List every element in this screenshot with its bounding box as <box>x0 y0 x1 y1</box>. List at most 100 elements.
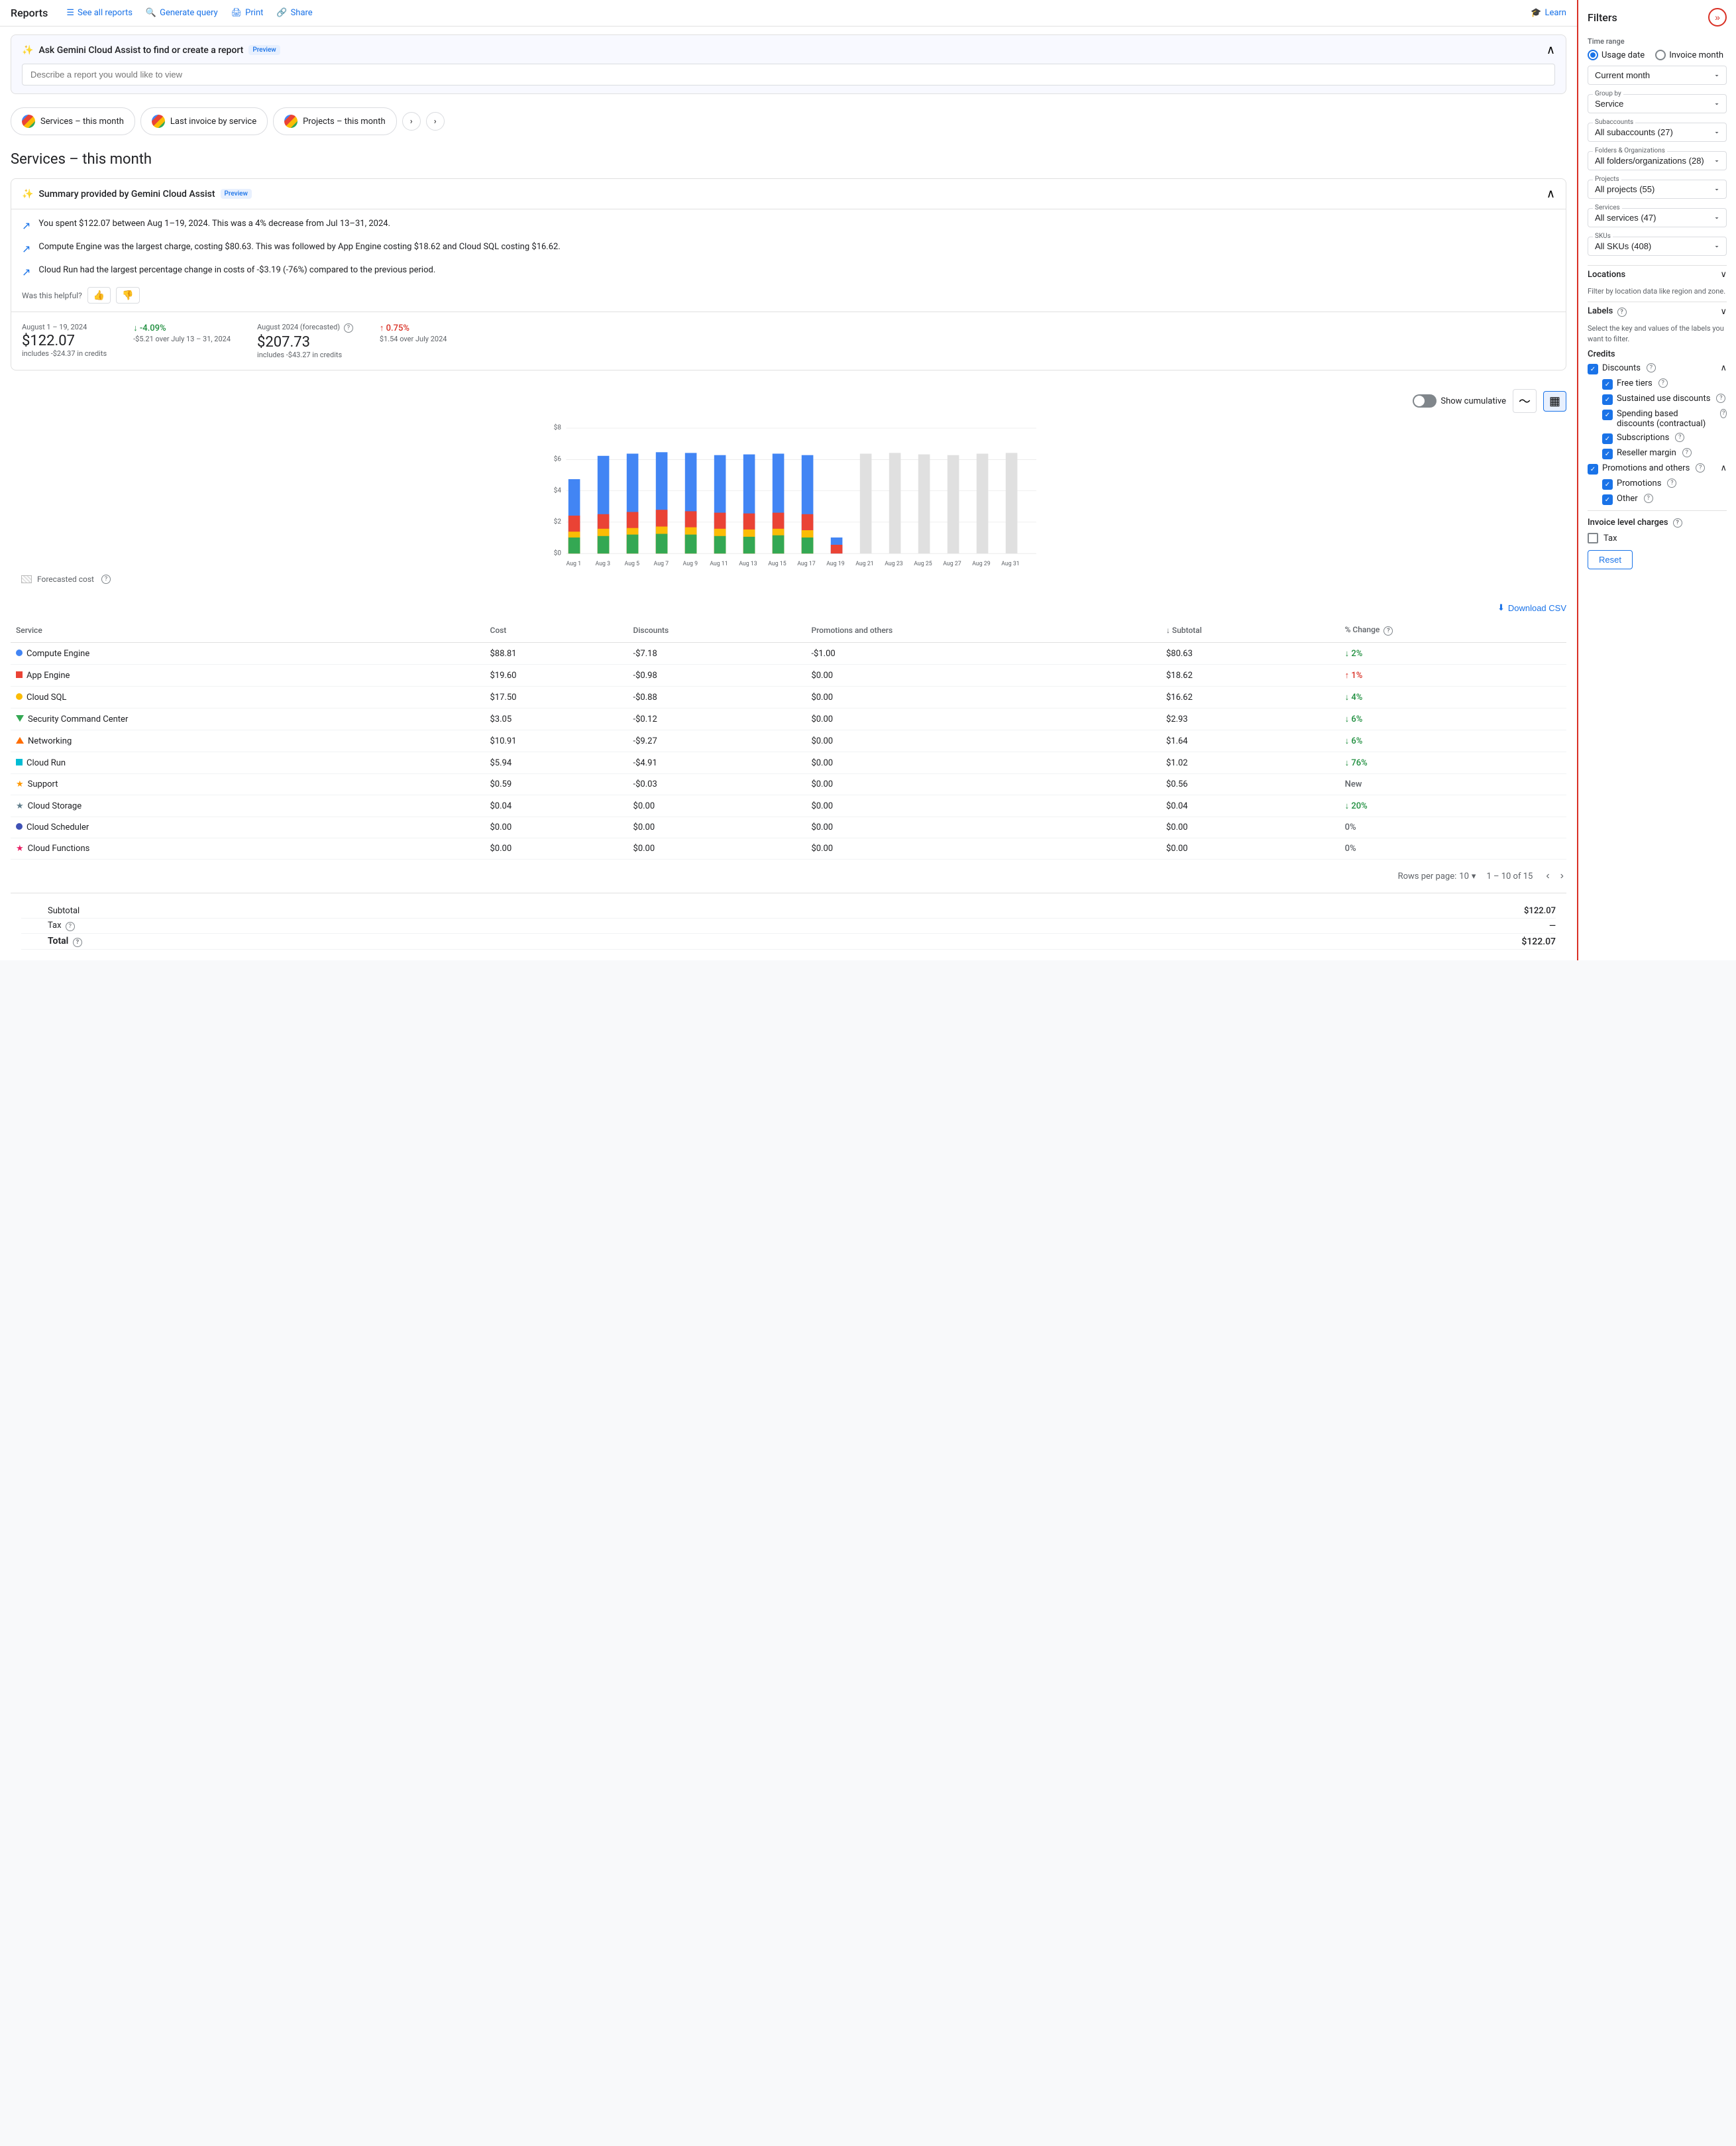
subtotal-label: Subtotal <box>21 904 789 919</box>
subtotal-cell: $0.00 <box>1161 817 1340 838</box>
promos-others-checkbox[interactable]: Promotions and others ? ∧ <box>1588 463 1727 475</box>
filters-title: Filters <box>1588 11 1617 24</box>
sidebar-collapse-btn[interactable]: » <box>1708 8 1727 27</box>
discounts-children: Free tiers ? Sustained use discounts ? S… <box>1602 378 1727 459</box>
rows-per-page[interactable]: Rows per page: 10 ▾ <box>1398 872 1476 881</box>
reset-btn[interactable]: Reset <box>1588 550 1633 569</box>
line-chart-btn[interactable]: 〜 <box>1513 389 1537 413</box>
invoice-charges-title: Invoice level charges ? <box>1588 518 1727 528</box>
total-help-icon[interactable]: ? <box>73 938 82 947</box>
labels-chevron-down-icon: ∨ <box>1720 307 1727 317</box>
bar-chart-btn[interactable]: ▦ <box>1543 391 1566 412</box>
discounts-cell: -$0.98 <box>628 665 806 687</box>
reseller-checkbox[interactable]: Reseller margin ? <box>1602 448 1727 459</box>
time-range-select[interactable]: Current month <box>1588 66 1727 85</box>
change-cell: ↓ 2% <box>1340 643 1566 665</box>
trend-icon-3: ↗ <box>22 264 30 280</box>
svg-text:Aug 27: Aug 27 <box>943 561 961 567</box>
tab-prev-arrow[interactable]: › <box>426 112 445 131</box>
change-cell: New <box>1340 774 1566 795</box>
discounts-help-icon[interactable]: ? <box>1647 363 1656 372</box>
tax-help-icon[interactable]: ? <box>66 922 75 931</box>
subscriptions-checkbox[interactable]: Subscriptions ? <box>1602 433 1727 444</box>
promotions-help-icon[interactable]: ? <box>1667 479 1676 488</box>
download-csv-btn[interactable]: ⬇ Download CSV <box>1497 602 1566 613</box>
sustained-help-icon[interactable]: ? <box>1716 394 1725 403</box>
tax-checkbox[interactable] <box>1588 533 1598 543</box>
share-link[interactable]: 🔗 Share <box>276 8 312 18</box>
next-page-btn[interactable]: › <box>1558 868 1566 885</box>
stat-block-2: August 2024 (forecasted) ? $207.73 inclu… <box>257 323 353 359</box>
search-icon: 🔍 <box>146 8 156 18</box>
toggle-switch[interactable] <box>1413 394 1437 408</box>
invoice-month-radio[interactable]: Invoice month <box>1655 50 1723 60</box>
invoice-month-circle <box>1655 50 1666 60</box>
forecast-box <box>21 575 32 583</box>
table-row: ★Cloud Functions $0.00 $0.00 $0.00 $0.00… <box>11 838 1566 860</box>
see-all-link[interactable]: ☰ See all reports <box>66 8 133 18</box>
reseller-check <box>1602 449 1613 459</box>
tax-value: — <box>789 919 1556 934</box>
svg-text:Aug 1: Aug 1 <box>567 561 582 567</box>
free-tiers-checkbox[interactable]: Free tiers ? <box>1602 378 1727 390</box>
tax-invoice-row[interactable]: Tax <box>1588 533 1727 543</box>
pagination: Rows per page: 10 ▾ 1 – 10 of 15 ‹ › <box>11 860 1566 893</box>
change-help-icon[interactable]: ? <box>1383 626 1393 636</box>
usage-date-radio[interactable]: Usage date <box>1588 50 1645 60</box>
promos-chevron-icon[interactable]: ∧ <box>1720 463 1727 473</box>
time-range-filter: Time range Usage date Invoice month Curr… <box>1588 37 1727 85</box>
gemini-input[interactable] <box>22 64 1555 85</box>
cumulative-toggle[interactable]: Show cumulative <box>1413 394 1506 408</box>
summary-collapse-btn[interactable]: ∧ <box>1546 187 1555 201</box>
discounts-cell: -$9.27 <box>628 730 806 752</box>
trend-icon-1: ↗ <box>22 218 30 234</box>
credits-section: Credits Discounts ? ∧ Free tiers ? Susta… <box>1588 349 1727 505</box>
promos-cell: $0.00 <box>806 687 1161 708</box>
locations-collapsible[interactable]: Locations ∨ <box>1588 265 1727 284</box>
promotions-checkbox[interactable]: Promotions ? <box>1602 479 1727 490</box>
subscriptions-help-icon[interactable]: ? <box>1675 433 1684 442</box>
labels-collapsible[interactable]: Labels ? ∨ <box>1588 302 1727 321</box>
tab-last-invoice[interactable]: Last invoice by service <box>140 107 268 135</box>
spending-checkbox[interactable]: Spending based discounts (contractual) ? <box>1602 409 1727 429</box>
promos-help-icon[interactable]: ? <box>1696 463 1705 473</box>
tab-next-arrow[interactable]: › <box>402 112 421 131</box>
tab-projects-month[interactable]: Projects – this month <box>273 107 397 135</box>
service-name-cell: Compute Engine <box>11 643 484 665</box>
gemini-collapse-btn[interactable]: ∧ <box>1546 43 1555 57</box>
service-name-cell: Networking <box>11 730 484 752</box>
table-row: App Engine $19.60 -$0.98 $0.00 $18.62 ↑ … <box>11 665 1566 687</box>
summary-row-3: ↗ Cloud Run had the largest percentage c… <box>22 264 1555 280</box>
forecast-help-icon[interactable]: ? <box>101 575 111 584</box>
discounts-chevron-icon[interactable]: ∧ <box>1720 363 1727 373</box>
forecasted-legend: Forecasted cost ? <box>11 569 1566 589</box>
subtotal-cell: $1.02 <box>1161 752 1340 774</box>
thumbs-down-btn[interactable]: 👎 <box>116 287 139 304</box>
discounts-checkbox[interactable]: Discounts ? ∧ <box>1588 363 1727 374</box>
generate-query-link[interactable]: 🔍 Generate query <box>146 8 218 18</box>
chart-area: Show cumulative 〜 ▦ $8 $6 $4 $2 $0 <box>0 381 1577 597</box>
prev-page-btn[interactable]: ‹ <box>1543 868 1552 885</box>
forecasted-help-icon[interactable]: ? <box>344 323 353 333</box>
tab-services-month[interactable]: Services – this month <box>11 107 135 135</box>
labels-help-icon[interactable]: ? <box>1617 308 1627 317</box>
reseller-help-icon[interactable]: ? <box>1682 448 1692 457</box>
other-checkbox[interactable]: Other ? <box>1602 494 1727 505</box>
spending-help-icon[interactable]: ? <box>1720 409 1727 418</box>
other-help-icon[interactable]: ? <box>1644 494 1653 503</box>
change-cell: ↓ 20% <box>1340 795 1566 817</box>
sustained-checkbox[interactable]: Sustained use discounts ? <box>1602 394 1727 405</box>
cost-cell: $88.81 <box>484 643 627 665</box>
print-link[interactable]: 🖨 Print <box>231 8 264 18</box>
promos-cell: $0.00 <box>806 708 1161 730</box>
rows-dropdown-icon: ▾ <box>1472 872 1476 881</box>
thumbs-up-btn[interactable]: 👍 <box>87 287 111 304</box>
learn-link[interactable]: 🎓 Learn <box>1531 8 1566 18</box>
discounts-cell: -$7.18 <box>628 643 806 665</box>
invoice-charges-help-icon[interactable]: ? <box>1673 518 1682 528</box>
free-tiers-help-icon[interactable]: ? <box>1658 378 1668 388</box>
filters-header: Filters » <box>1588 8 1727 27</box>
subtotal-cell: $0.04 <box>1161 795 1340 817</box>
filters-sidebar: Filters » Time range Usage date Invoice … <box>1577 0 1736 960</box>
top-nav: Reports ☰ See all reports 🔍 Generate que… <box>0 0 1577 27</box>
